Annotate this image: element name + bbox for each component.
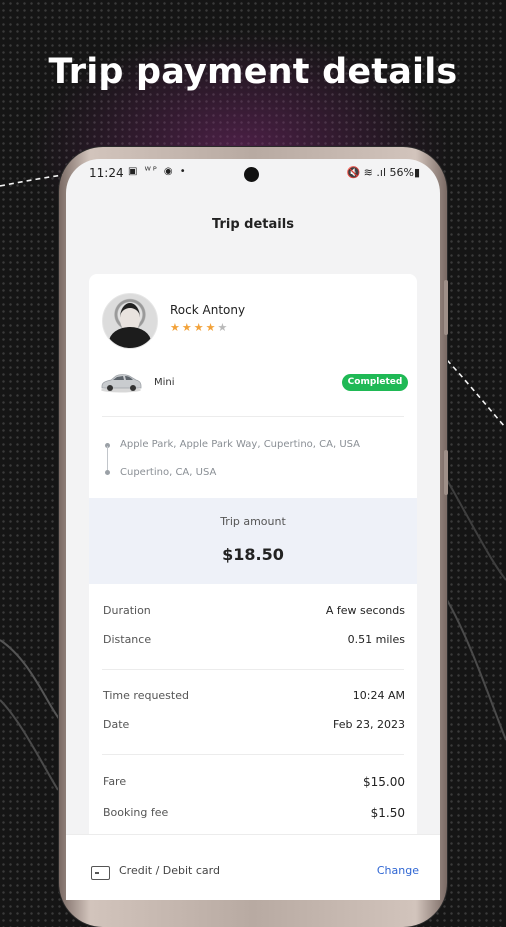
- detail-label: Booking fee: [103, 806, 169, 819]
- detail-row-booking-fee: Booking fee $1.50: [103, 806, 405, 820]
- detail-label: Time requested: [103, 689, 189, 702]
- phone-side-button: [444, 280, 448, 335]
- notification-icons: ▣ ᵂᴾ ◉ •: [128, 166, 188, 177]
- trip-details-card: Rock Antony ★★★★★ Mini Completed Apple P…: [89, 274, 417, 900]
- detail-value: A few seconds: [325, 604, 405, 617]
- car-icon: [101, 374, 142, 393]
- payment-method-bar: Credit / Debit card Change: [66, 834, 440, 900]
- detail-value: 10:24 AM: [352, 689, 405, 702]
- trip-amount-panel: Trip amount $18.50: [89, 498, 417, 584]
- trip-amount-label: Trip amount: [220, 515, 286, 528]
- star-empty-icon: ★: [217, 321, 230, 334]
- divider: [102, 416, 404, 417]
- phone-side-button: [444, 450, 448, 495]
- front-camera: [244, 167, 259, 182]
- detail-row-duration: Duration A few seconds: [103, 604, 405, 617]
- detail-value: 0.51 miles: [347, 633, 405, 646]
- pickup-address: Apple Park, Apple Park Way, Cupertino, C…: [120, 439, 361, 450]
- driver-avatar: [102, 293, 158, 349]
- detail-row-distance: Distance 0.51 miles: [103, 633, 405, 646]
- detail-label: Date: [103, 718, 130, 731]
- detail-label: Fare: [103, 775, 127, 788]
- detail-row-time-requested: Time requested 10:24 AM: [103, 689, 405, 702]
- detail-label: Duration: [103, 604, 151, 617]
- vehicle-type: Mini: [154, 377, 175, 388]
- page-title: Trip details: [212, 217, 294, 232]
- detail-label: Distance: [103, 633, 152, 646]
- status-badge: Completed: [342, 374, 408, 391]
- detail-value: Feb 23, 2023: [333, 718, 405, 731]
- trip-amount-value: $18.50: [222, 545, 284, 564]
- driver-name: Rock Antony: [170, 303, 246, 317]
- detail-value: $15.00: [363, 775, 405, 789]
- phone-screen: 11:24 ▣ ᵂᴾ ◉ • 🔇 ≋ .ıl 56%▮ Trip details…: [66, 159, 440, 900]
- star-icon: ★: [170, 321, 182, 334]
- system-status-icons: 🔇 ≋ .ıl 56%▮: [346, 166, 420, 179]
- driver-rating: ★★★★★: [170, 321, 229, 334]
- detail-row-date: Date Feb 23, 2023: [103, 718, 405, 731]
- divider: [102, 669, 404, 670]
- status-time: 11:24: [89, 166, 124, 180]
- divider: [102, 754, 404, 755]
- star-icon: ★: [193, 321, 206, 334]
- page-headline: Trip payment details: [48, 52, 458, 92]
- change-payment-button[interactable]: Change: [377, 864, 419, 877]
- dropoff-address: Cupertino, CA, USA: [120, 467, 217, 478]
- credit-card-icon: [91, 866, 110, 880]
- star-icon: ★: [205, 321, 218, 334]
- star-icon: ★: [181, 321, 194, 334]
- dropoff-dot-icon: [105, 470, 110, 475]
- route-connector: [107, 446, 108, 470]
- detail-value: $1.50: [370, 806, 405, 820]
- payment-method-label: Credit / Debit card: [119, 864, 220, 877]
- detail-row-fare: Fare $15.00: [103, 775, 405, 789]
